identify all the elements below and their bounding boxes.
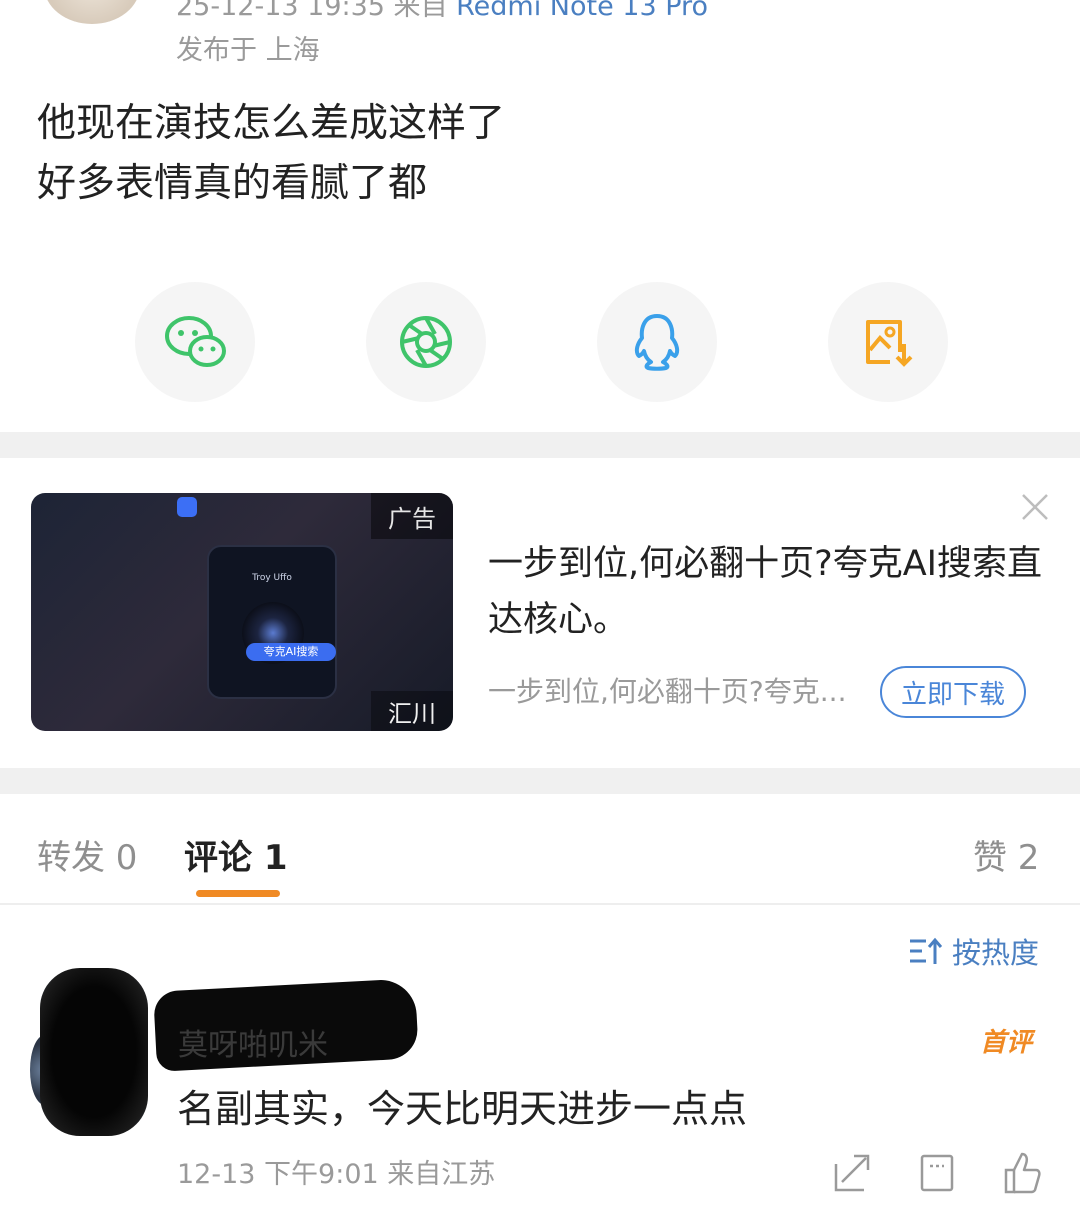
post-meta: 25-12-13 19:35 来自 Redmi Note 13 Pro	[176, 0, 708, 23]
download-button[interactable]: 立即下载	[880, 666, 1026, 718]
tab-repost[interactable]: 转发 0	[37, 830, 137, 879]
section-divider	[0, 432, 1080, 458]
post-source[interactable]: Redmi Note 13 Pro	[456, 0, 708, 22]
tab-comments[interactable]: 评论 1	[184, 830, 288, 879]
post-text-line: 他现在演技怎么差成这样了	[37, 101, 506, 146]
section-divider	[0, 768, 1080, 794]
close-icon[interactable]	[1018, 490, 1052, 524]
share-moments-button[interactable]	[366, 282, 486, 402]
ad-brand: 汇川	[371, 691, 453, 731]
comment-icon[interactable]	[918, 1150, 958, 1194]
commenter-name[interactable]: 莫呀啪叽米	[178, 1020, 328, 1064]
comment-text: 名副其实，今天比明天进步一点点	[177, 1087, 748, 1131]
post-text-line: 好多表情真的看腻了都	[37, 161, 428, 206]
ad-phone-mockup: Troy Uffo	[207, 545, 337, 699]
active-tab-indicator	[196, 890, 280, 897]
sort-label: 按热度	[952, 936, 1040, 970]
author-avatar[interactable]	[44, 0, 140, 24]
post-body: 他现在演技怎么差成这样了 好多表情真的看腻了都	[37, 94, 505, 214]
first-comment-badge: 首评	[980, 1028, 1033, 1058]
share-wechat-button[interactable]	[135, 282, 255, 402]
tabs-divider	[0, 903, 1080, 905]
like-icon[interactable]	[1002, 1150, 1042, 1194]
save-image-icon	[866, 320, 913, 367]
qq-icon	[634, 314, 680, 371]
comment-meta: 12-13 下午9:01 来自江苏	[177, 1159, 496, 1190]
sort-icon	[910, 937, 942, 964]
share-icon[interactable]	[832, 1150, 872, 1194]
ad-description: 一步到位,何必翻十页?夸克...	[488, 675, 847, 708]
moments-icon	[400, 316, 452, 368]
tab-likes[interactable]: 赞 2	[973, 830, 1039, 879]
post-time: 25-12-13 19:35 来自	[176, 0, 448, 22]
ad-image[interactable]: Troy Uffo 夸克AI搜索 广告 汇川	[31, 493, 453, 731]
ad-badge: 广告	[371, 493, 453, 539]
ad-phone-title: Troy Uffo	[252, 573, 292, 583]
post-location: 发布于 上海	[176, 35, 320, 66]
share-row	[0, 282, 1080, 402]
share-qq-button[interactable]	[597, 282, 717, 402]
save-image-button[interactable]	[828, 282, 948, 402]
ad-title[interactable]: 一步到位,何必翻十页?夸克AI搜索直达核心。	[488, 536, 1048, 648]
wechat-icon	[165, 316, 226, 367]
ad-image-chip: 夸克AI搜索	[246, 643, 336, 661]
commenter-avatar[interactable]	[40, 968, 148, 1136]
quark-app-icon	[177, 497, 197, 517]
sort-button[interactable]: 按热度	[908, 930, 1039, 972]
